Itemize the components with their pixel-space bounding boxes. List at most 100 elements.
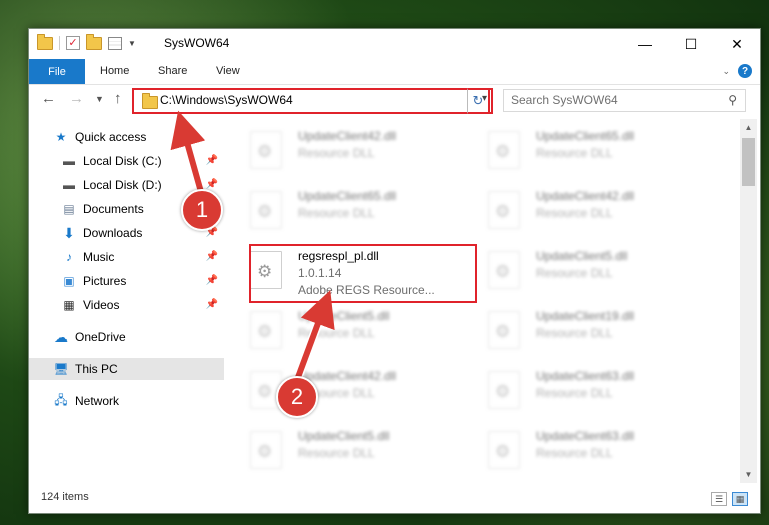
file-description: Resource DLL xyxy=(536,146,613,160)
dll-file-icon xyxy=(488,191,520,229)
tab-file[interactable]: File xyxy=(29,59,85,84)
pin-icon[interactable]: 📌 xyxy=(206,179,218,190)
list-item[interactable]: UpdateClient5.dll Resource DLL xyxy=(226,305,454,363)
file-description: Resource DLL xyxy=(298,146,375,160)
nav-label: Local Disk (C:) xyxy=(83,154,162,168)
details-view-icon[interactable]: ☰ xyxy=(711,492,727,506)
nav-this-pc[interactable]: 🖥 This PC xyxy=(29,358,224,380)
nav-label: OneDrive xyxy=(75,330,126,344)
file-name: UpdateClient65.dll xyxy=(536,129,635,143)
tab-home[interactable]: Home xyxy=(100,65,129,77)
list-item[interactable]: UpdateClient5.dll Resource DLL xyxy=(464,245,692,303)
nav-onedrive[interactable]: ☁ OneDrive xyxy=(53,326,224,348)
file-description: Resource DLL xyxy=(298,206,375,220)
scroll-down-icon[interactable]: ▼ xyxy=(740,466,757,483)
list-item[interactable]: UpdateClient42.dll Resource DLL xyxy=(464,185,692,243)
window-controls: — ☐ ✕ xyxy=(622,29,760,59)
list-item[interactable]: UpdateClient19.dll Resource DLL xyxy=(464,305,692,363)
drive-icon: ▬ xyxy=(63,154,75,168)
pin-icon[interactable]: 📌 xyxy=(206,251,218,262)
nav-label: Pictures xyxy=(83,274,127,288)
file-list: UpdateClient42.dll Resource DLL UpdateCl… xyxy=(226,119,740,483)
forward-arrow-icon[interactable]: → xyxy=(69,90,84,107)
close-button[interactable]: ✕ xyxy=(714,29,760,59)
tiles-view-icon[interactable]: ▦ xyxy=(732,492,748,506)
search-input[interactable]: Search SysWOW64 xyxy=(511,93,618,107)
properties-check-icon[interactable]: ✓ xyxy=(66,36,80,50)
address-row: ← → ▼ ↑ C:\Windows\SysWOW64 ▾ ↻ Search S… xyxy=(29,85,760,115)
address-path[interactable]: C:\Windows\SysWOW64 xyxy=(160,93,293,107)
step-1-badge: 1 xyxy=(181,189,223,231)
view-toggle: ☰ ▦ xyxy=(711,492,748,506)
up-arrow-icon[interactable]: ↑ xyxy=(114,90,122,107)
file-description: Resource DLL xyxy=(536,446,613,460)
pin-icon[interactable]: 📌 xyxy=(206,275,218,286)
nav-item-videos[interactable]: ▦ Videos 📌 xyxy=(61,294,224,316)
dll-file-icon xyxy=(250,131,282,169)
quick-access-toolbar: ✓ ▼ xyxy=(37,33,136,50)
file-description: Resource DLL xyxy=(536,326,613,340)
file-name: UpdateClient65.dll xyxy=(298,189,397,203)
nav-item-music[interactable]: ♪ Music 📌 xyxy=(61,246,224,268)
drive-icon: ▬ xyxy=(63,178,75,192)
customize-toolbar-icon[interactable] xyxy=(108,36,122,50)
maximize-button[interactable]: ☐ xyxy=(668,29,714,59)
pin-icon[interactable]: 📌 xyxy=(206,155,218,166)
search-icon[interactable]: ⚲ xyxy=(728,93,737,107)
step-2-badge: 2 xyxy=(276,376,318,418)
minimize-button[interactable]: — xyxy=(622,29,668,59)
scroll-up-icon[interactable]: ▲ xyxy=(740,119,757,136)
file-description: Resource DLL xyxy=(536,266,613,280)
back-arrow-icon[interactable]: ← xyxy=(41,90,56,107)
cloud-icon: ☁ xyxy=(54,328,68,345)
address-folder-icon xyxy=(142,93,158,109)
file-name: UpdateClient19.dll xyxy=(536,309,635,323)
file-name: UpdateClient5.dll xyxy=(298,309,390,323)
file-name: UpdateClient63.dll xyxy=(536,369,635,383)
help-icon[interactable]: ? xyxy=(738,64,752,78)
list-item[interactable]: UpdateClient63.dll Resource DLL xyxy=(464,425,692,483)
pin-icon[interactable]: 📌 xyxy=(206,299,218,310)
toolbar-dropdown-icon[interactable]: ▼ xyxy=(128,39,136,48)
nav-label: Downloads xyxy=(83,226,143,240)
nav-item-pictures[interactable]: ▣ Pictures 📌 xyxy=(61,270,224,292)
dll-file-icon xyxy=(488,311,520,349)
search-box[interactable]: Search SysWOW64 ⚲ xyxy=(503,89,746,112)
file-name: UpdateClient5.dll xyxy=(536,249,628,263)
ribbon-tabs: File Home Share View ⌄ ? xyxy=(29,59,760,85)
file-name: UpdateClient5.dll xyxy=(298,429,390,443)
folder-icon xyxy=(37,33,53,50)
dll-file-icon xyxy=(488,431,520,469)
list-item[interactable]: UpdateClient42.dll Resource DLL xyxy=(226,365,454,423)
file-name: UpdateClient42.dll xyxy=(298,129,397,143)
videos-icon: ▦ xyxy=(63,298,75,312)
nav-network[interactable]: 🖧 Network xyxy=(53,390,224,412)
new-folder-icon[interactable] xyxy=(86,33,102,50)
address-bar[interactable]: C:\Windows\SysWOW64 ▾ xyxy=(132,88,493,114)
list-item[interactable]: UpdateClient63.dll Resource DLL xyxy=(464,365,692,423)
vertical-scrollbar[interactable]: ▲ ▼ xyxy=(740,119,757,483)
list-item[interactable]: UpdateClient5.dll Resource DLL xyxy=(226,425,454,483)
dll-file-icon xyxy=(488,131,520,169)
file-description: Resource DLL xyxy=(536,386,613,400)
expand-ribbon-icon[interactable]: ⌄ xyxy=(722,66,730,77)
nav-label: Music xyxy=(83,250,115,264)
highlight-box xyxy=(249,244,477,303)
title-bar: ✓ ▼ SysWOW64 — ☐ ✕ xyxy=(29,29,760,59)
tab-view[interactable]: View xyxy=(216,65,240,77)
network-icon: 🖧 xyxy=(54,392,68,407)
list-item[interactable]: UpdateClient42.dll Resource DLL xyxy=(226,125,454,183)
tab-share[interactable]: Share xyxy=(158,65,187,77)
list-item[interactable]: UpdateClient65.dll Resource DLL xyxy=(226,185,454,243)
refresh-icon[interactable]: ↻ xyxy=(467,88,490,114)
dll-file-icon xyxy=(250,311,282,349)
nav-item-local-disk-c[interactable]: ▬ Local Disk (C:) 📌 xyxy=(61,150,224,172)
nav-label: Videos xyxy=(83,298,120,312)
nav-quick-access[interactable]: ★ Quick access xyxy=(53,126,224,148)
star-icon: ★ xyxy=(55,130,67,144)
recent-locations-icon[interactable]: ▼ xyxy=(95,94,104,104)
list-item[interactable]: UpdateClient65.dll Resource DLL xyxy=(464,125,692,183)
dll-file-icon xyxy=(250,191,282,229)
scroll-thumb[interactable] xyxy=(742,138,755,186)
file-name: UpdateClient42.dll xyxy=(298,369,397,383)
